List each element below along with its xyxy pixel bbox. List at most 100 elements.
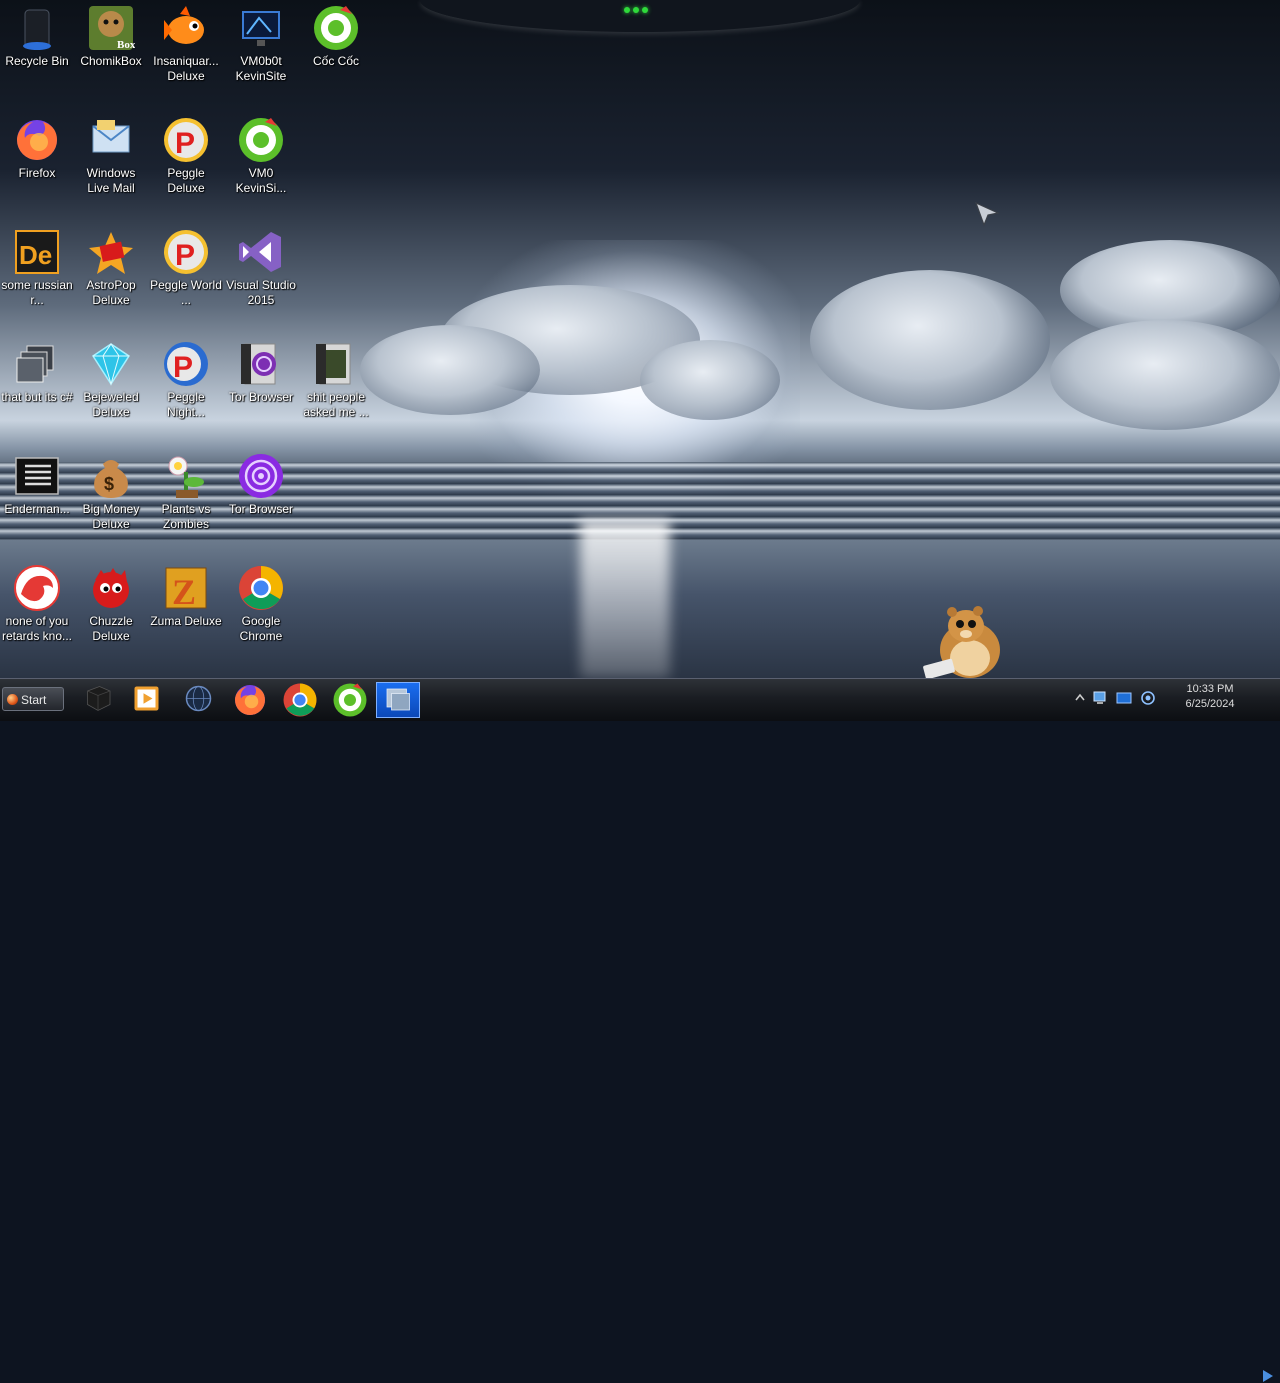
desktop-icon-label: Chuzzle Deluxe — [89, 614, 133, 643]
wallpaper-reflection — [580, 520, 670, 678]
zuma-icon: Z — [162, 564, 210, 612]
peggle-nights-icon: P — [162, 340, 210, 388]
tray-expand-chevron-icon[interactable] — [1072, 690, 1088, 706]
desktop-icon-label: Zuma Deluxe — [150, 614, 222, 628]
desktop-icon[interactable]: Z Zuma Deluxe — [149, 564, 223, 644]
wallpaper-cloud — [1050, 320, 1280, 430]
tray-network-icon[interactable] — [1092, 690, 1108, 706]
desktop-icon[interactable]: VM0 KevinSi... — [224, 116, 298, 196]
desktop-icon[interactable]: Chuzzle Deluxe — [74, 564, 148, 644]
firefox-icon — [228, 682, 272, 718]
desktop-icon[interactable]: P Peggle World ... — [149, 228, 223, 308]
desktop-icon[interactable]: Box ChomikBox — [74, 4, 148, 84]
desktop-icon[interactable]: Firefox — [0, 116, 74, 196]
svg-text:P: P — [173, 351, 193, 384]
clock-date: 6/25/2024 — [1185, 698, 1235, 710]
windows-live-mail-icon — [87, 116, 135, 164]
desktop-icon-label: AstroPop Deluxe — [86, 278, 136, 307]
start-label: Start — [21, 693, 47, 707]
desktop-icon-label: Windows Live Mail — [86, 166, 136, 195]
desktop-icon[interactable]: Visual Studio 2015 — [224, 228, 298, 308]
wallpaper-cloud — [810, 270, 1050, 410]
wallpaper-cloud — [640, 340, 780, 420]
taskbar-button[interactable] — [376, 682, 420, 718]
desktop-icon-label: Insaniquar... Deluxe — [153, 54, 219, 83]
coccoc-icon — [328, 682, 372, 718]
desktop-icon-label: Bejeweled Deluxe — [83, 390, 139, 419]
tor-browser-icon — [237, 452, 285, 500]
firefox-icon — [13, 116, 61, 164]
hamster-mascot — [923, 606, 1000, 678]
desktop-icon[interactable]: P Peggle Deluxe — [149, 116, 223, 196]
desktop-icon-label: Google Chrome — [239, 614, 283, 643]
bejeweled-icon — [87, 340, 135, 388]
start-orb-icon — [7, 694, 18, 705]
desktop-icon[interactable]: Enderman... — [0, 452, 74, 532]
desktop-icon-label: shit people asked me ... — [303, 390, 369, 419]
desktop-icon[interactable]: $ Big Money Deluxe — [74, 452, 148, 532]
notification-flag-icon[interactable] — [1262, 1369, 1274, 1383]
taskbar-button[interactable] — [278, 682, 322, 718]
start-button[interactable]: Start — [2, 687, 64, 711]
desktop-icon[interactable]: Recycle Bin — [0, 4, 74, 84]
desktop-icon-label: ChomikBox — [80, 54, 142, 68]
chuzzle-icon — [87, 564, 135, 612]
visual-studio-icon — [237, 228, 285, 276]
desktop-icon-label: Peggle World ... — [150, 278, 222, 307]
desktop-icon-label: Cốc Cốc — [312, 54, 359, 68]
desktop-icon[interactable]: VM0b0t KevinSite — [224, 4, 298, 84]
svg-text:P: P — [175, 127, 195, 160]
desktop-icon[interactable]: De some russian r... — [0, 228, 74, 308]
desktop-icon[interactable]: shit people asked me ... — [299, 340, 373, 420]
desktop-icon[interactable]: Google Chrome — [224, 564, 298, 644]
taskbar-button[interactable] — [328, 682, 372, 718]
clock-time: 10:33 PM — [1186, 683, 1234, 695]
desktop-icon[interactable]: Bejeweled Deluxe — [74, 340, 148, 420]
desktop-icon-label: Tor Browser — [228, 502, 293, 516]
svg-text:Box: Box — [117, 39, 135, 51]
tray-display-icon[interactable] — [1116, 690, 1132, 706]
peggle-icon: P — [162, 116, 210, 164]
taskbar-button[interactable] — [228, 682, 272, 718]
desktop-icon[interactable]: that but its c# — [0, 340, 74, 420]
desktop-icon-label: VM0b0t KevinSite — [235, 54, 287, 83]
desktop-icon[interactable]: P Peggle Night... — [149, 340, 223, 420]
desktop-icon[interactable]: AstroPop Deluxe — [74, 228, 148, 308]
tray-volume-icon[interactable] — [1140, 690, 1156, 706]
vm0b0t-icon — [237, 4, 285, 52]
tor-folder-icon — [237, 340, 285, 388]
money-bag-icon: $ — [87, 452, 135, 500]
svg-text:Z: Z — [172, 572, 196, 612]
media-player-icon — [126, 682, 170, 718]
desktop-icon[interactable]: Tor Browser — [224, 452, 298, 532]
mouse-cursor-icon — [974, 201, 1000, 227]
plants-vs-zombies-icon — [162, 452, 210, 500]
top-gadget — [420, 0, 860, 32]
desktop-icon-label: some russian r... — [1, 278, 73, 307]
desktop-icon[interactable]: Insaniquar... Deluxe — [149, 4, 223, 84]
desktop-icon-label: none of you retards kno... — [1, 614, 73, 643]
desktop-icon[interactable]: none of you retards kno... — [0, 564, 74, 644]
taskbar-button[interactable] — [76, 682, 120, 718]
wallpaper-cloud — [360, 325, 540, 415]
desktop-icon[interactable]: Tor Browser — [224, 340, 298, 420]
desktop-icon[interactable]: Plants vs Zombies — [149, 452, 223, 532]
terminal-icon — [13, 452, 61, 500]
taskbar: Start — [0, 678, 1280, 1382]
taskbar-clock[interactable]: 10:33 PM 6/25/2024 — [1160, 682, 1260, 712]
desktop-icon[interactable]: Cốc Cốc — [299, 4, 373, 84]
globe-icon — [178, 682, 222, 718]
taskbar-button[interactable] — [178, 682, 222, 718]
desktop-icon-label: that but its c# — [1, 390, 73, 404]
coccoc-icon — [237, 116, 285, 164]
desktop-icon-label: Recycle Bin — [5, 54, 69, 68]
coccoc-icon — [312, 4, 360, 52]
folder-icon — [312, 340, 360, 388]
insaniquarium-icon — [162, 4, 210, 52]
taskbar-button[interactable] — [126, 682, 170, 718]
copy-window-icon — [13, 340, 61, 388]
app-window-icon — [377, 683, 419, 719]
desktop-icon[interactable]: Windows Live Mail — [74, 116, 148, 196]
desktop-icon-label: VM0 KevinSi... — [235, 166, 287, 195]
svg-text:$: $ — [104, 474, 114, 494]
